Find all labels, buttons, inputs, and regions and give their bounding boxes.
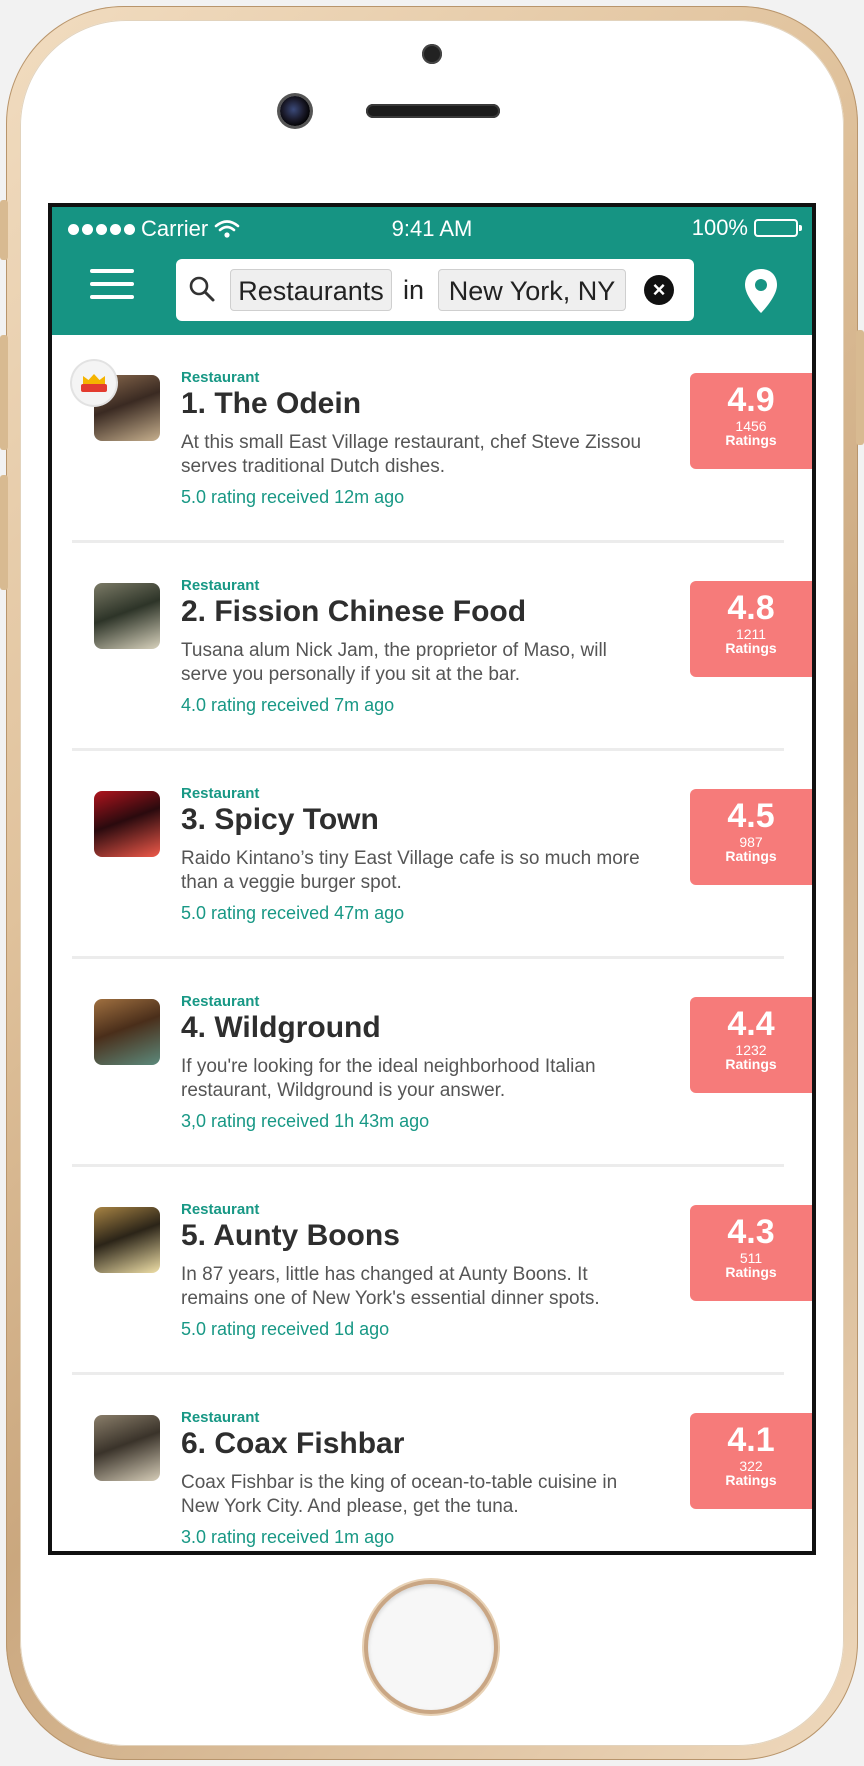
category-label: Restaurant xyxy=(181,369,260,386)
list-item[interactable]: Restaurant 3. Spicy Town Raido Kintano’s t… xyxy=(52,751,812,959)
silent-switch xyxy=(0,200,8,260)
search-icon xyxy=(189,276,215,302)
rating-badge[interactable]: 4.1 322 Ratings xyxy=(690,1413,812,1509)
rating-count-label: Ratings xyxy=(725,1264,777,1280)
category-label: Restaurant xyxy=(181,993,260,1010)
volume-down-button xyxy=(0,475,8,590)
category-label: Restaurant xyxy=(181,1409,260,1426)
home-button[interactable] xyxy=(364,1580,498,1714)
rating-score: 4.3 xyxy=(727,1213,775,1251)
restaurant-thumbnail xyxy=(94,1415,160,1481)
rating-score: 4.9 xyxy=(727,381,775,419)
restaurant-description: At this small East Village restaurant, c… xyxy=(181,432,642,477)
rating-count-label: Ratings xyxy=(725,432,777,448)
restaurant-thumbnail xyxy=(94,1207,160,1273)
crown-badge-icon xyxy=(72,361,116,405)
rating-badge[interactable]: 4.4 1232 Ratings xyxy=(690,997,812,1093)
rating-count: 1232 xyxy=(735,1042,767,1058)
restaurant-name[interactable]: 2. Fission Chinese Food xyxy=(181,595,526,629)
search-nav-bar: Restaurants in New York, NY × xyxy=(52,247,812,335)
rating-badge[interactable]: 4.9 1456 Ratings xyxy=(690,373,812,469)
battery-indicator: 100% xyxy=(691,215,802,241)
recent-rating-text: 5.0 rating received 1d ago xyxy=(181,1319,390,1339)
restaurant-name[interactable]: 1. The Odein xyxy=(181,387,361,421)
category-label: Restaurant xyxy=(181,1201,260,1218)
rating-count: 1456 xyxy=(735,418,767,434)
volume-up-button xyxy=(0,335,8,450)
list-item[interactable]: Restaurant 5. Aunty Boons In 87 years, lit… xyxy=(52,1167,812,1375)
restaurant-thumbnail xyxy=(94,791,160,857)
results-list: Restaurant 1. The Odein At this small East… xyxy=(52,335,812,1551)
restaurant-name[interactable]: 6. Coax Fishbar xyxy=(181,1427,404,1461)
restaurant-description: Tusana alum Nick Jam, the proprietor of … xyxy=(181,640,607,685)
front-camera-icon xyxy=(280,96,310,126)
category-label: Restaurant xyxy=(181,785,260,802)
recent-rating-text: 5.0 rating received 12m ago xyxy=(181,487,405,507)
location-pin-icon[interactable] xyxy=(742,267,780,315)
earpiece-speaker xyxy=(366,104,500,118)
restaurant-description: Coax Fishbar is the king of ocean-to-tab… xyxy=(181,1472,618,1517)
restaurant-thumbnail xyxy=(94,583,160,649)
rating-count-label: Ratings xyxy=(725,848,777,864)
search-term-chip[interactable]: Restaurants xyxy=(230,269,392,311)
list-item[interactable]: Restaurant 4. Wildground If you're looking… xyxy=(52,959,812,1167)
rating-badge[interactable]: 4.8 1211 Ratings xyxy=(690,581,812,677)
recent-rating-text: 3,0 rating received 1h 43m ago xyxy=(181,1111,430,1131)
rating-score: 4.5 xyxy=(727,797,775,835)
list-item[interactable]: Restaurant 6. Coax Fishbar Coax Fishbar is… xyxy=(52,1375,812,1551)
rating-score: 4.8 xyxy=(727,589,775,627)
rating-badge[interactable]: 4.5 987 Ratings xyxy=(690,789,812,885)
rating-count: 1211 xyxy=(735,626,767,642)
list-item[interactable]: Restaurant 2. Fission Chinese Food Tusana … xyxy=(52,543,812,751)
search-location-chip[interactable]: New York, NY xyxy=(438,269,626,311)
power-button xyxy=(856,330,864,445)
recent-rating-text: 5.0 rating received 47m ago xyxy=(181,903,405,923)
rating-score: 4.1 xyxy=(727,1421,775,1459)
category-label: Restaurant xyxy=(181,577,260,594)
restaurant-description: In 87 years, little has changed at Aunty… xyxy=(181,1264,600,1309)
restaurant-name[interactable]: 5. Aunty Boons xyxy=(181,1219,400,1253)
rating-badge[interactable]: 4.3 511 Ratings xyxy=(690,1205,812,1301)
list-item[interactable]: Restaurant 1. The Odein At this small East… xyxy=(52,335,812,543)
search-connector: in xyxy=(403,275,425,305)
restaurant-name[interactable]: 3. Spicy Town xyxy=(181,803,379,837)
battery-icon xyxy=(754,219,802,237)
rating-count-label: Ratings xyxy=(725,1056,777,1072)
restaurant-name[interactable]: 4. Wildground xyxy=(181,1011,381,1045)
search-field[interactable]: Restaurants in New York, NY × xyxy=(176,259,694,321)
app-screen: Carrier 9:41 AM 100% Restaurants in New … xyxy=(48,203,816,1555)
restaurant-thumbnail xyxy=(94,999,160,1065)
hamburger-menu-icon[interactable] xyxy=(90,269,134,311)
restaurant-description: Raido Kintano’s tiny East Village cafe i… xyxy=(181,848,640,893)
rating-count-label: Ratings xyxy=(725,1472,777,1488)
restaurant-description: If you're looking for the ideal neighbor… xyxy=(181,1056,596,1101)
battery-percent: 100% xyxy=(691,215,748,240)
rating-count-label: Ratings xyxy=(725,640,777,656)
rating-count: 987 xyxy=(739,834,763,850)
rating-score: 4.4 xyxy=(727,1005,775,1043)
close-icon[interactable]: × xyxy=(644,275,674,305)
status-bar: Carrier 9:41 AM 100% xyxy=(52,207,812,247)
rating-count: 322 xyxy=(739,1458,763,1474)
proximity-sensor xyxy=(422,44,442,64)
recent-rating-text: 3.0 rating received 1m ago xyxy=(181,1527,395,1547)
rating-count: 511 xyxy=(739,1250,763,1266)
recent-rating-text: 4.0 rating received 7m ago xyxy=(181,695,395,715)
